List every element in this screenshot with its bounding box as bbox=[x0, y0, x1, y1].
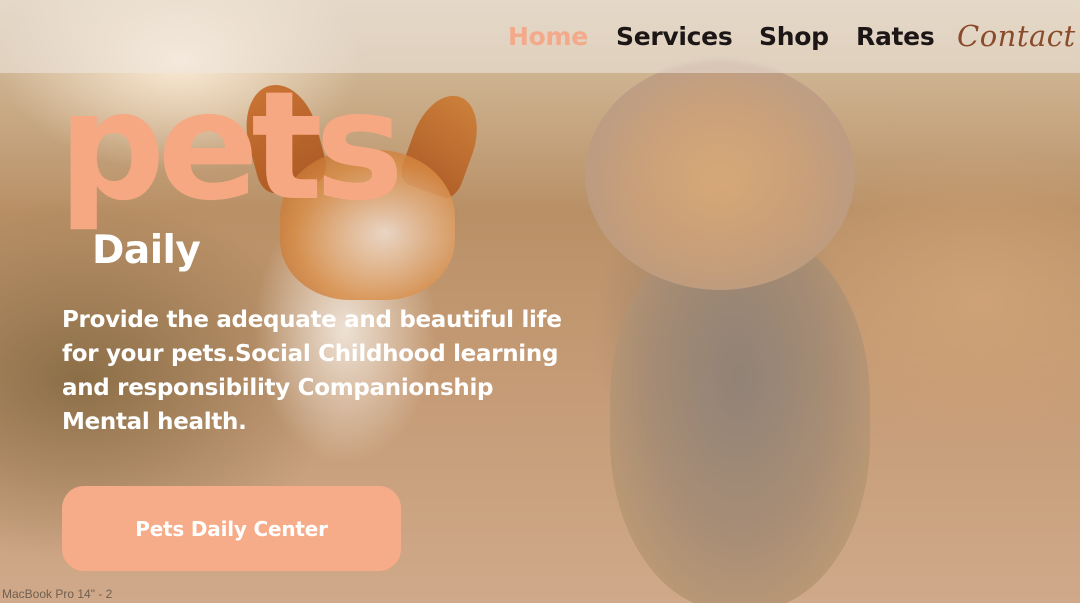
artboard-frame-label: MacBook Pro 14" - 2 bbox=[2, 587, 113, 601]
logo-daily-wordmark: Daily bbox=[92, 228, 201, 273]
nav-shop-link[interactable]: Shop bbox=[759, 22, 829, 51]
pets-daily-center-button[interactable]: Pets Daily Center bbox=[62, 486, 401, 571]
nav-contact-link[interactable]: Contact bbox=[957, 19, 1076, 53]
hero-tagline: Provide the adequate and beautiful life … bbox=[62, 307, 562, 435]
nav-rates-link[interactable]: Rates bbox=[856, 22, 935, 51]
nav-home-link[interactable]: Home bbox=[508, 22, 588, 51]
logo-pets-wordmark: pets bbox=[58, 60, 404, 234]
yorkie-dog-head bbox=[585, 60, 855, 290]
nav-services-link[interactable]: Services bbox=[616, 22, 733, 51]
